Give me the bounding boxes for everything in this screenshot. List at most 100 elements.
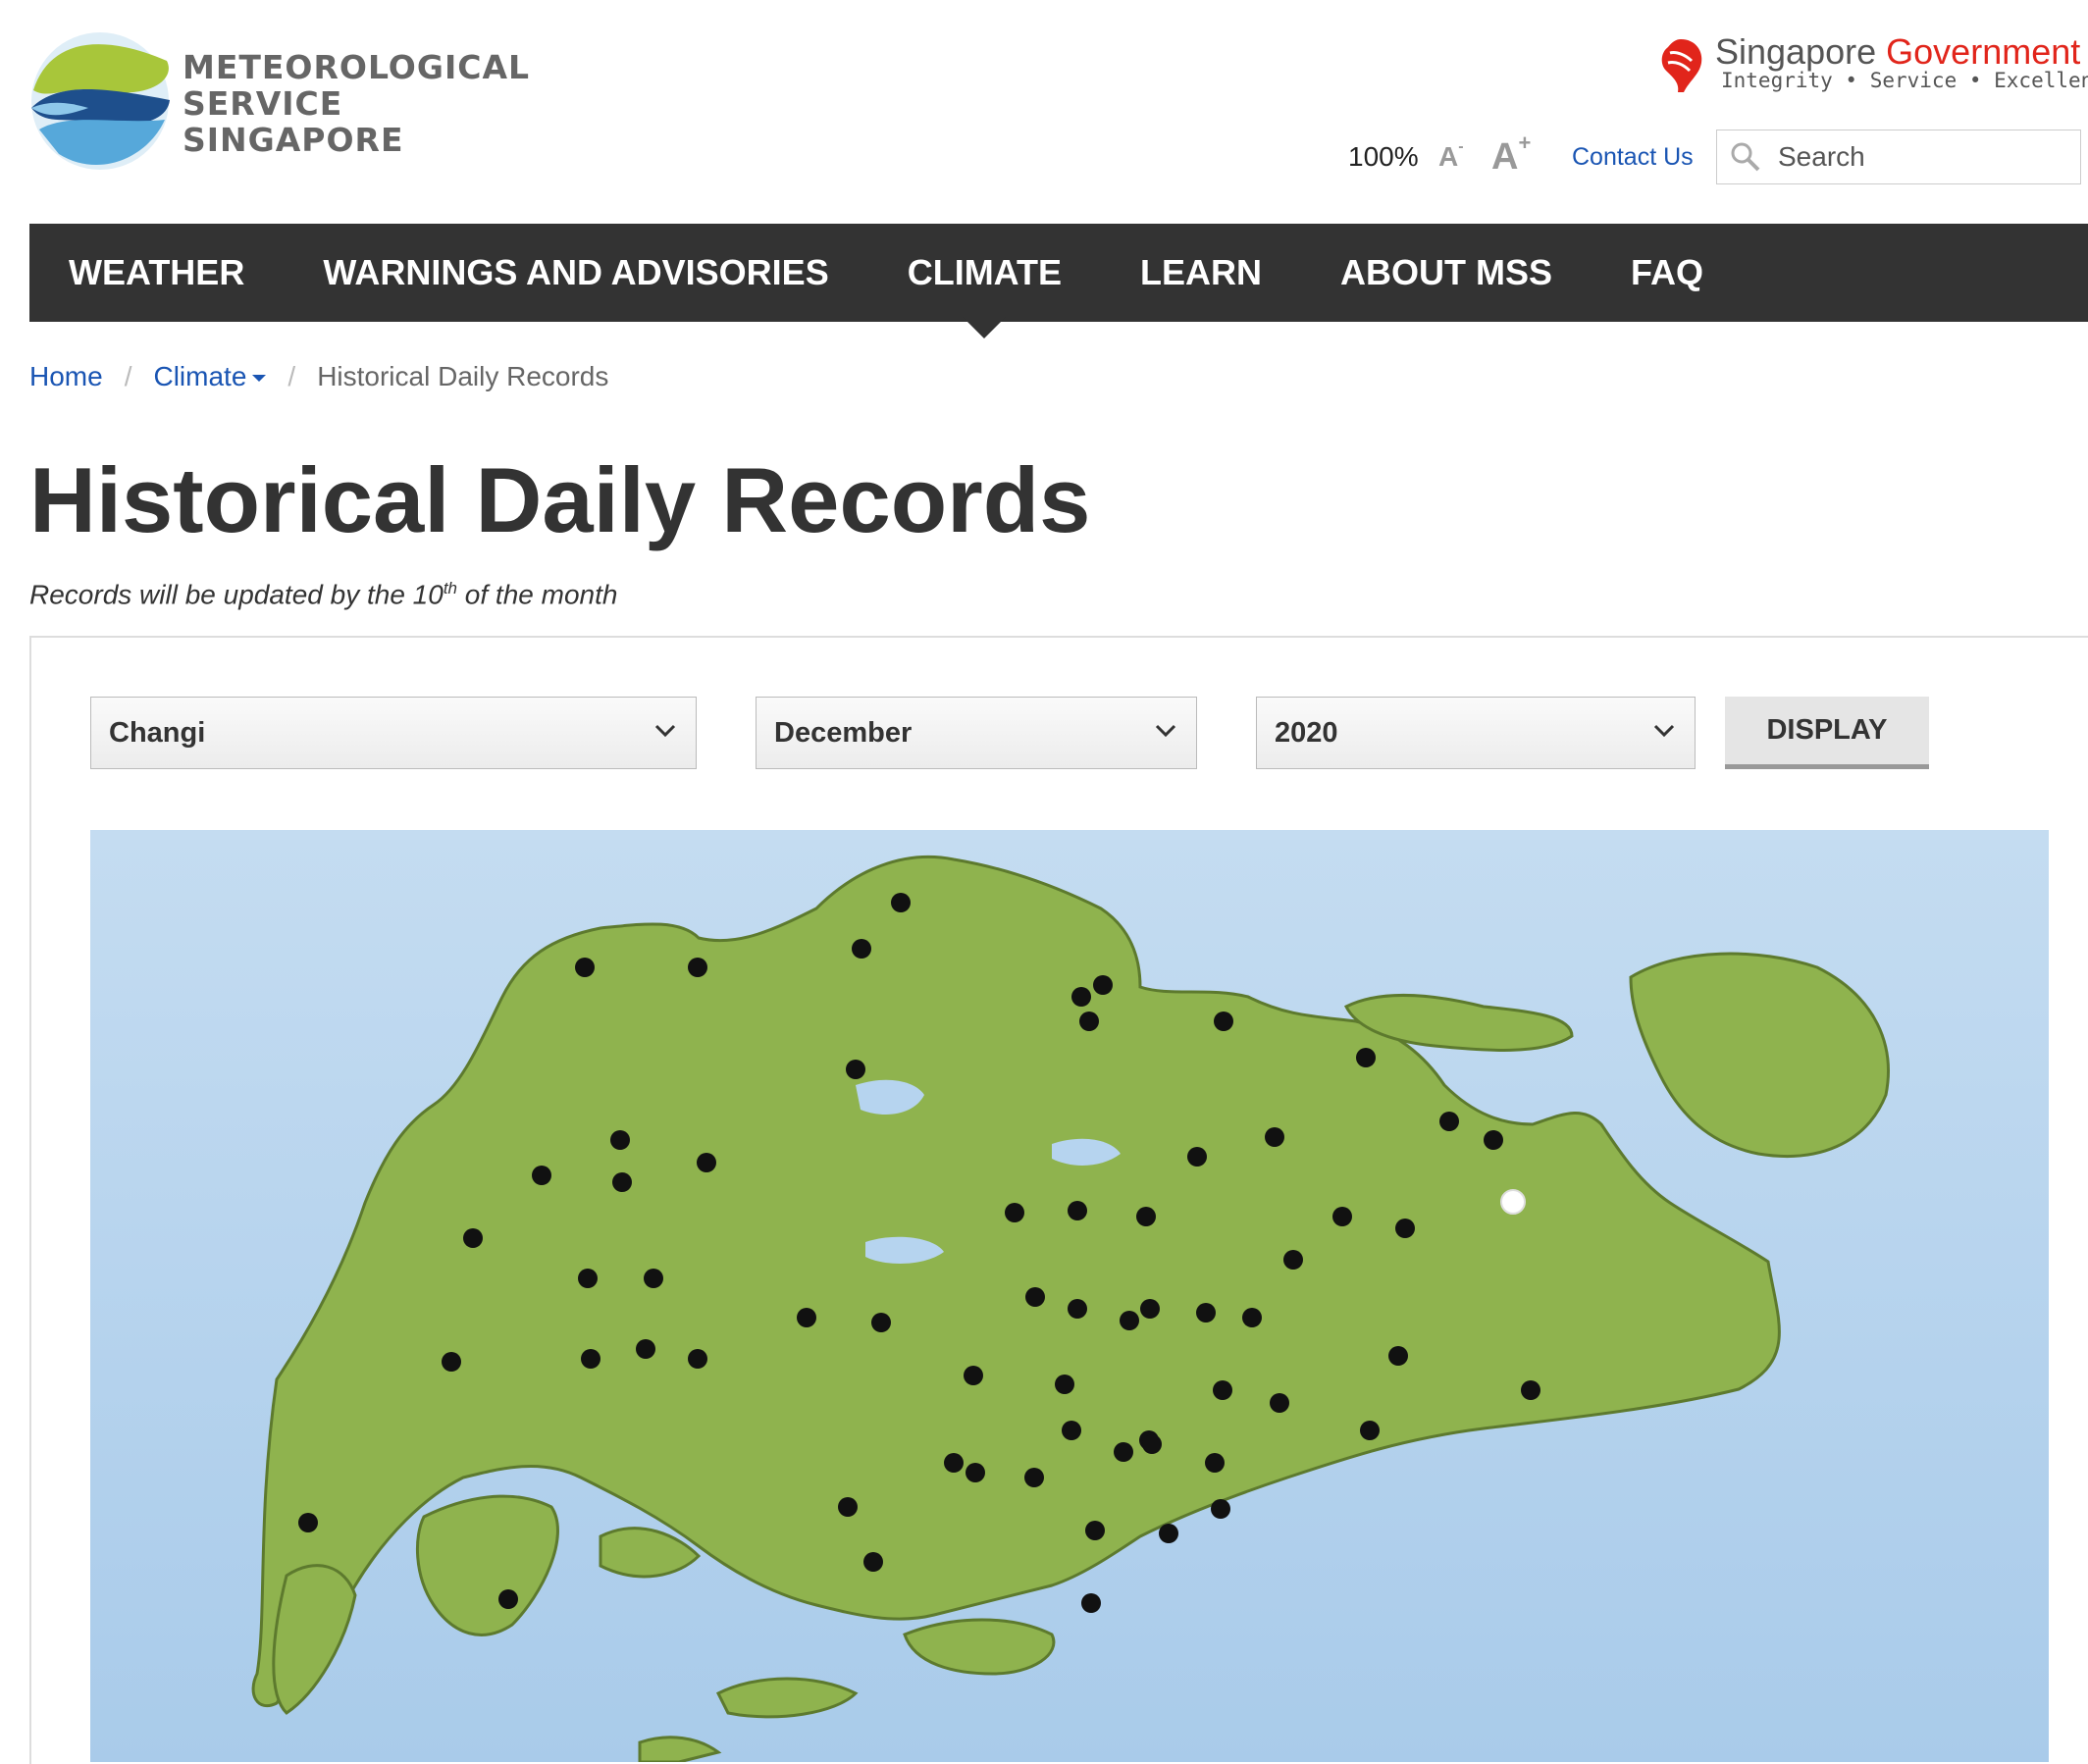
- station-marker[interactable]: [1024, 1468, 1044, 1487]
- zoom-level: 100%: [1348, 141, 1419, 172]
- station-marker[interactable]: [871, 1313, 891, 1332]
- station-marker[interactable]: [1159, 1524, 1178, 1543]
- search-box[interactable]: [1716, 130, 2081, 184]
- western-island-1: [415, 1494, 559, 1636]
- mss-logo[interactable]: [29, 31, 172, 171]
- nav-weather[interactable]: WEATHER: [69, 252, 244, 293]
- station-marker[interactable]: [1055, 1375, 1074, 1394]
- nav-learn[interactable]: LEARN: [1140, 252, 1262, 293]
- logo-line-1: Meteorological: [183, 48, 531, 86]
- western-island-2: [272, 1564, 357, 1715]
- station-marker[interactable]: [1140, 1299, 1160, 1319]
- station-marker[interactable]: [688, 1349, 707, 1369]
- station-marker[interactable]: [1265, 1127, 1284, 1147]
- display-button[interactable]: DISPLAY: [1725, 697, 1929, 769]
- station-select[interactable]: Changi: [90, 697, 697, 769]
- station-marker[interactable]: [1093, 975, 1113, 995]
- breadcrumb-separator: /: [124, 361, 132, 391]
- breadcrumb-climate-dropdown[interactable]: Climate: [153, 361, 267, 392]
- chevron-down-icon[interactable]: [654, 724, 676, 738]
- station-marker[interactable]: [1068, 1299, 1087, 1319]
- station-marker[interactable]: [1214, 1012, 1233, 1031]
- station-marker[interactable]: [688, 958, 707, 977]
- station-marker[interactable]: [1283, 1250, 1303, 1270]
- chevron-down-icon[interactable]: [1155, 724, 1176, 738]
- station-marker[interactable]: [1071, 987, 1091, 1007]
- merlion-icon: [1661, 39, 1702, 92]
- station-marker[interactable]: [463, 1228, 483, 1248]
- station-marker[interactable]: [838, 1497, 858, 1517]
- station-marker[interactable]: [1025, 1287, 1045, 1307]
- station-marker[interactable]: [581, 1349, 600, 1369]
- station-marker[interactable]: [578, 1269, 598, 1288]
- caret-down-icon[interactable]: [252, 375, 267, 383]
- station-marker[interactable]: [964, 1366, 983, 1385]
- station-marker[interactable]: [1388, 1346, 1408, 1366]
- station-marker[interactable]: [891, 893, 911, 912]
- southern-island-2: [638, 1736, 722, 1762]
- nav-about-mss[interactable]: ABOUT MSS: [1340, 252, 1552, 293]
- station-map[interactable]: [90, 830, 2049, 1762]
- font-decrease-button[interactable]: A-: [1438, 130, 1464, 184]
- station-marker[interactable]: [1356, 1048, 1376, 1067]
- search-input[interactable]: [1776, 140, 2055, 174]
- station-marker[interactable]: [442, 1352, 461, 1372]
- station-marker[interactable]: [944, 1453, 964, 1473]
- station-marker[interactable]: [1136, 1207, 1156, 1226]
- station-marker[interactable]: [1332, 1207, 1352, 1226]
- breadcrumb-current: Historical Daily Records: [317, 361, 609, 391]
- singapore-government-logo[interactable]: Singapore Government Integrity • Service…: [1656, 29, 2088, 98]
- station-marker[interactable]: [1005, 1203, 1024, 1222]
- month-select[interactable]: December: [756, 697, 1197, 769]
- station-marker[interactable]: [1213, 1380, 1232, 1400]
- station-marker[interactable]: [610, 1130, 630, 1150]
- font-increase-button[interactable]: A +: [1491, 130, 1531, 184]
- station-marker[interactable]: [1187, 1147, 1207, 1167]
- station-marker[interactable]: [697, 1153, 716, 1172]
- station-marker[interactable]: [1270, 1393, 1289, 1413]
- station-marker[interactable]: [1395, 1219, 1415, 1238]
- breadcrumb-climate[interactable]: Climate: [153, 361, 246, 391]
- breadcrumb-separator: /: [287, 361, 296, 391]
- station-marker[interactable]: [1205, 1453, 1225, 1473]
- station-marker[interactable]: [1068, 1201, 1087, 1220]
- nav-warnings-and-advisories[interactable]: WARNINGS AND ADVISORIES: [323, 252, 828, 293]
- station-marker[interactable]: [1196, 1303, 1216, 1323]
- station-marker[interactable]: [1211, 1499, 1230, 1519]
- station-marker[interactable]: [1142, 1434, 1162, 1454]
- station-marker[interactable]: [846, 1060, 865, 1079]
- station-marker[interactable]: [498, 1589, 518, 1609]
- station-marker[interactable]: [612, 1172, 632, 1192]
- station-marker[interactable]: [644, 1269, 663, 1288]
- station-marker[interactable]: [863, 1552, 883, 1572]
- selected-station-marker[interactable]: [1500, 1189, 1526, 1215]
- station-marker[interactable]: [1114, 1442, 1133, 1462]
- station-marker[interactable]: [298, 1513, 318, 1532]
- station-marker[interactable]: [852, 939, 871, 959]
- station-marker[interactable]: [532, 1166, 551, 1185]
- station-marker[interactable]: [1081, 1593, 1101, 1613]
- breadcrumb-home[interactable]: Home: [29, 361, 103, 392]
- station-marker[interactable]: [1085, 1521, 1105, 1540]
- station-marker[interactable]: [1062, 1421, 1081, 1440]
- search-icon[interactable]: [1729, 140, 1762, 174]
- chevron-down-icon[interactable]: [1653, 724, 1675, 738]
- station-marker[interactable]: [1439, 1112, 1459, 1131]
- year-select[interactable]: 2020: [1256, 697, 1696, 769]
- station-marker[interactable]: [1079, 1012, 1099, 1031]
- station-marker[interactable]: [966, 1463, 985, 1482]
- station-marker[interactable]: [575, 958, 595, 977]
- nav-faq[interactable]: FAQ: [1631, 252, 1703, 293]
- nav-climate[interactable]: CLIMATE: [908, 252, 1062, 338]
- station-marker[interactable]: [797, 1308, 816, 1327]
- station-marker[interactable]: [1242, 1308, 1262, 1327]
- main-nav: WEATHER WARNINGS AND ADVISORIES CLIMATE …: [29, 224, 2088, 338]
- station-marker[interactable]: [1120, 1311, 1139, 1330]
- update-note-end: of the month: [457, 579, 618, 610]
- gov-tagline: Integrity • Service • Excellence: [1721, 69, 2088, 92]
- contact-us-link[interactable]: Contact Us: [1572, 130, 1694, 184]
- station-marker[interactable]: [1521, 1380, 1540, 1400]
- station-marker[interactable]: [1484, 1130, 1503, 1150]
- station-marker[interactable]: [1360, 1421, 1380, 1440]
- station-marker[interactable]: [636, 1339, 655, 1359]
